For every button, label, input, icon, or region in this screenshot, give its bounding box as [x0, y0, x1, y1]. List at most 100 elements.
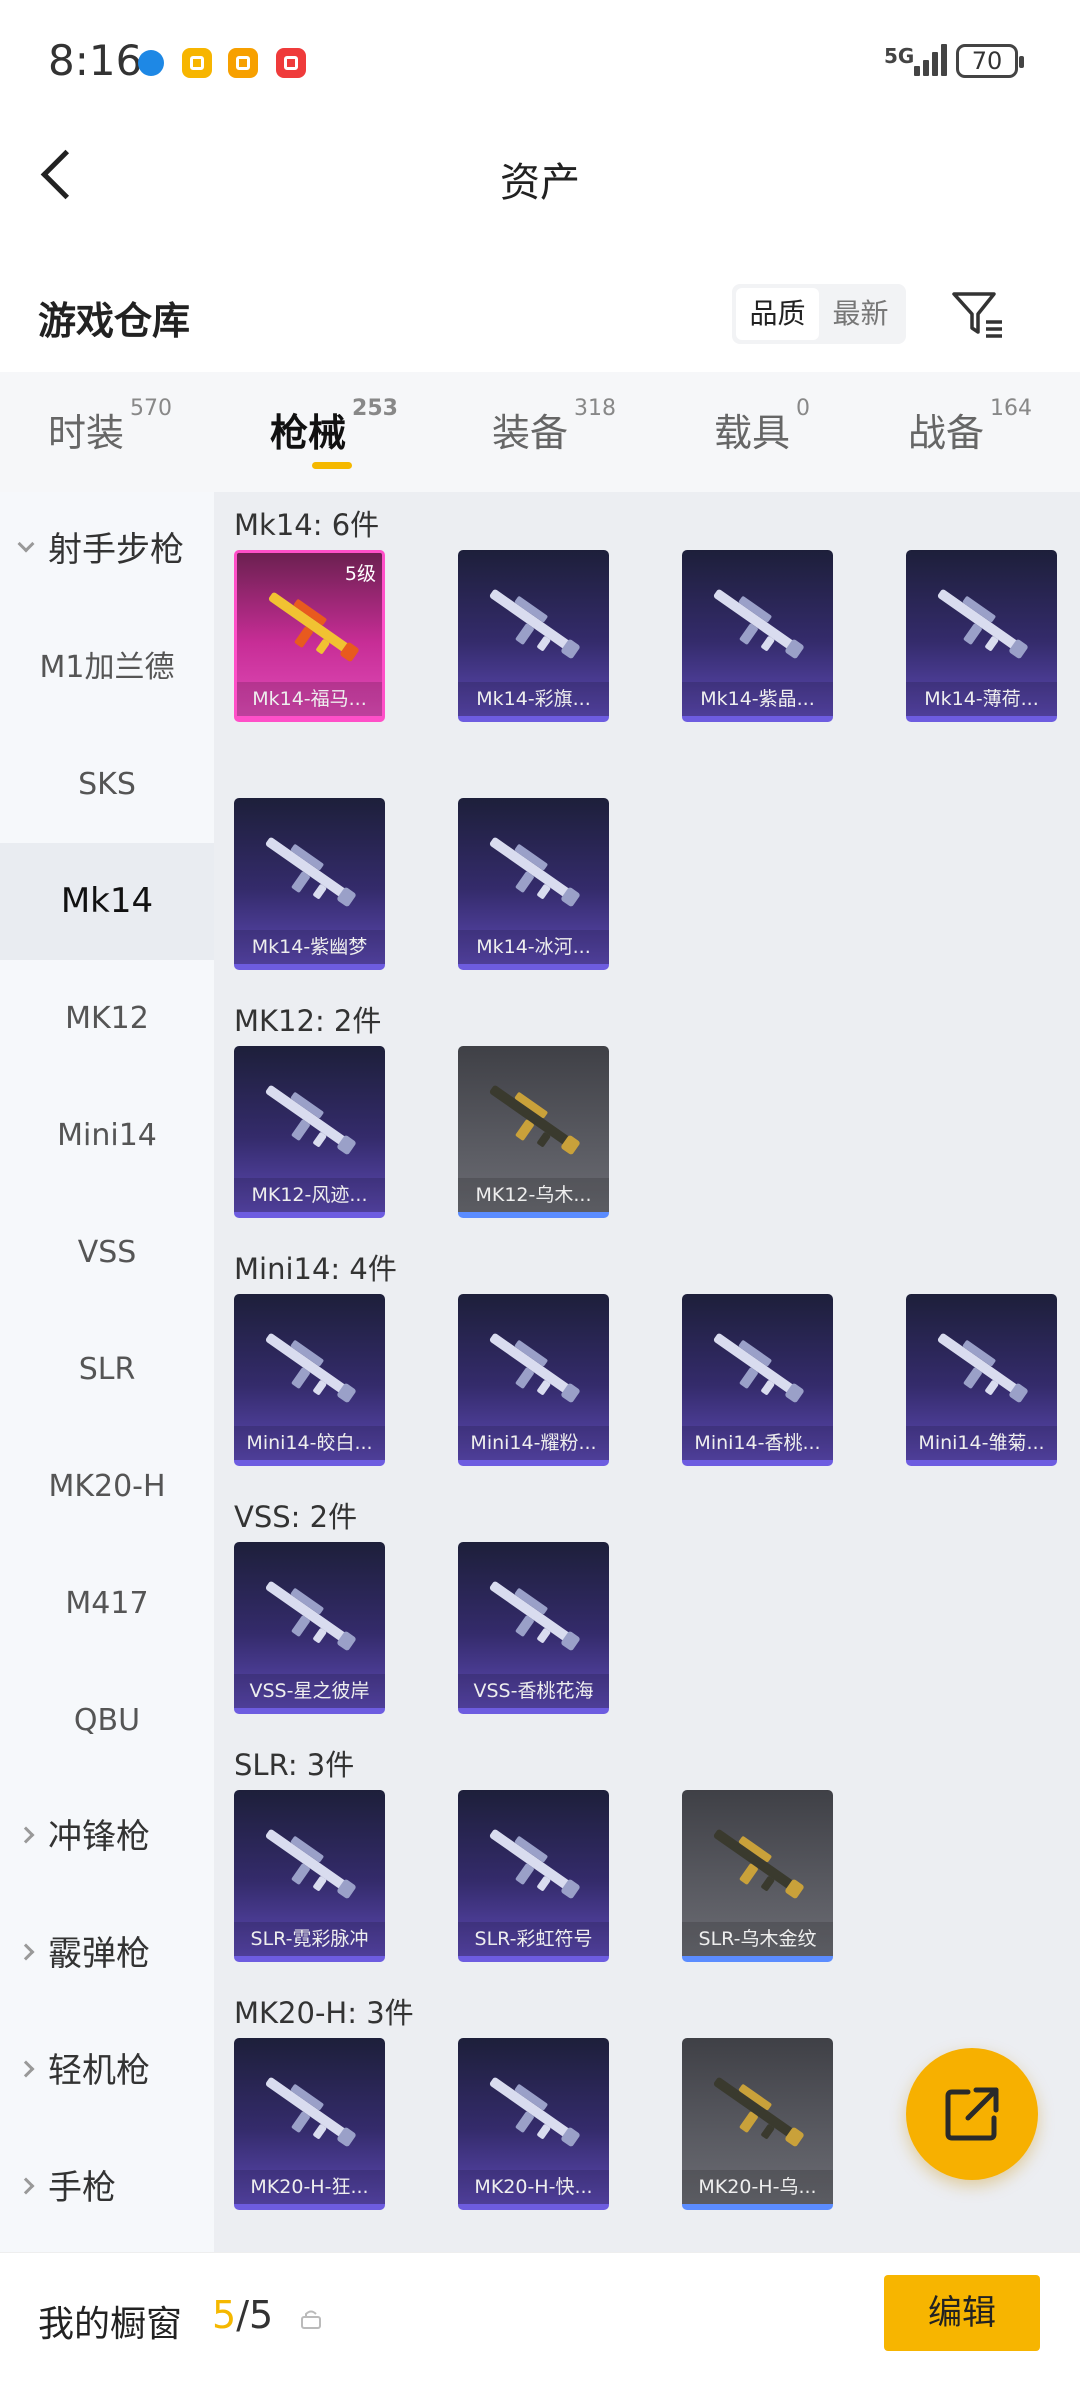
- weapon-card-label: Mk14-彩旗...: [458, 682, 609, 716]
- sidebar-group-smg[interactable]: 冲锋枪: [0, 1779, 214, 1896]
- sidebar-group-pistol[interactable]: 手枪: [0, 2130, 214, 2247]
- tab-vehicles[interactable]: 载具0: [714, 396, 810, 457]
- chevron-right-icon: [17, 1943, 35, 1961]
- signal-icon: [914, 42, 950, 76]
- edit-button[interactable]: 编辑: [884, 2275, 1040, 2351]
- sidebar-group-lmg[interactable]: 轻机枪: [0, 2013, 214, 2130]
- rifle-icon: [489, 2077, 580, 2147]
- rifle-icon: [713, 589, 804, 659]
- chevron-right-icon: [17, 2060, 35, 2078]
- tab-weapons[interactable]: 枪械253: [270, 396, 398, 457]
- weapon-card[interactable]: Mk14-薄荷...: [906, 550, 1057, 722]
- rifle-icon: [489, 1333, 580, 1403]
- weapon-card[interactable]: MK20-H-乌...: [682, 2038, 833, 2210]
- weapon-card[interactable]: MK20-H-狂...: [234, 2038, 385, 2210]
- rifle-icon: [489, 589, 580, 659]
- rifle-icon: [265, 1829, 356, 1899]
- weapon-card-label: Mk14-冰河...: [458, 930, 609, 964]
- tab-equipment[interactable]: 装备318: [492, 396, 616, 457]
- weapon-card[interactable]: Mini14-雏菊...: [906, 1294, 1057, 1466]
- page-title: 资产: [500, 160, 580, 206]
- weapon-card[interactable]: SLR-乌木金纹: [682, 1790, 833, 1962]
- sort-newest-button[interactable]: 最新: [819, 288, 902, 340]
- weapon-card[interactable]: MK12-乌木...: [458, 1046, 609, 1218]
- weapon-card-label: Mini14-雏菊...: [906, 1426, 1057, 1460]
- weapon-card-label: MK20-H-快...: [458, 2170, 609, 2204]
- share-button[interactable]: [906, 2048, 1038, 2180]
- weapon-card-label: SLR-乌木金纹: [682, 1922, 833, 1956]
- battery-icon: 70: [956, 44, 1024, 78]
- sort-quality-button[interactable]: 品质: [736, 288, 819, 340]
- sidebar-group-marksman[interactable]: 射手步枪: [0, 492, 214, 609]
- weapon-card-label: Mini14-香桃...: [682, 1426, 833, 1460]
- weapon-card[interactable]: Mk14-紫幽梦: [234, 798, 385, 970]
- section-heading: Mini14: 4件: [234, 1252, 397, 1286]
- weapon-card[interactable]: Mk14-紫晶...: [682, 550, 833, 722]
- sidebar-item-m417[interactable]: M417: [0, 1545, 214, 1662]
- sidebar-item-m1[interactable]: M1加兰德: [0, 609, 214, 726]
- share-external-icon: [945, 2087, 999, 2141]
- weapon-card[interactable]: SLR-彩虹符号: [458, 1790, 609, 1962]
- weapon-card-label: Mk14-薄荷...: [906, 682, 1057, 716]
- weapon-card-label: MK12-风迹...: [234, 1178, 385, 1212]
- showcase-count: 5/5: [212, 2293, 274, 2337]
- sidebar-group-shotgun[interactable]: 霰弹枪: [0, 1896, 214, 2013]
- rifle-icon: [713, 1829, 804, 1899]
- tab-outfit[interactable]: 时装570: [48, 396, 172, 457]
- sidebar-item-qbu[interactable]: QBU: [0, 1662, 214, 1779]
- level-badge: 5级: [344, 563, 376, 585]
- weapon-card-label: VSS-香桃花海: [458, 1674, 609, 1708]
- weapon-card-label: Mk14-紫幽梦: [234, 930, 385, 964]
- filter-icon[interactable]: [948, 286, 1008, 342]
- rifle-icon: [265, 1581, 356, 1651]
- weapon-card[interactable]: VSS-星之彼岸: [234, 1542, 385, 1714]
- weapon-card[interactable]: Mk14-彩旗...: [458, 550, 609, 722]
- bottom-bar: 我的橱窗 5/5 编辑: [0, 2252, 1080, 2381]
- rifle-icon: [265, 837, 356, 907]
- weapon-card-label: SLR-彩虹符号: [458, 1922, 609, 1956]
- weapon-card[interactable]: Mini14-耀粉...: [458, 1294, 609, 1466]
- tab-supplies[interactable]: 战备164: [908, 396, 1032, 457]
- app-red-notification-icon: [276, 48, 306, 78]
- rifle-icon: [489, 1085, 580, 1155]
- sidebar-item-vss[interactable]: VSS: [0, 1194, 214, 1311]
- weapon-card[interactable]: MK12-风迹...: [234, 1046, 385, 1218]
- weapon-card[interactable]: Mk14-冰河...: [458, 798, 609, 970]
- sidebar-item-sks[interactable]: SKS: [0, 726, 214, 843]
- rifle-icon: [265, 1333, 356, 1403]
- weapon-card-label: MK20-H-狂...: [234, 2170, 385, 2204]
- weapon-card-label: SLR-霓彩脉冲: [234, 1922, 385, 1956]
- chevron-right-icon: [17, 2177, 35, 2195]
- chevron-down-icon: [17, 535, 35, 553]
- status-time: 8:16: [48, 36, 143, 85]
- weapon-card[interactable]: 5级 Mk14-福马...: [234, 550, 385, 722]
- rifle-icon: [937, 589, 1028, 659]
- weapon-card-label: Mk14-紫晶...: [682, 682, 833, 716]
- weapon-card[interactable]: VSS-香桃花海: [458, 1542, 609, 1714]
- weapon-card[interactable]: Mini14-香桃...: [682, 1294, 833, 1466]
- status-bar: 8:16 5G 70: [0, 0, 1080, 120]
- lock-icon: [301, 2310, 321, 2329]
- sort-toggle: 品质 最新: [732, 284, 906, 344]
- section-heading: SLR: 3件: [234, 1748, 355, 1782]
- weapon-grid: Mk14: 6件 5级 Mk14-福马... Mk14-彩旗... Mk14-紫晶...…: [214, 492, 1080, 2252]
- sidebar-item-mk12[interactable]: MK12: [0, 960, 214, 1077]
- section-heading: Mk14: 6件: [234, 508, 380, 542]
- section-heading: VSS: 2件: [234, 1500, 358, 1534]
- rifle-icon: [713, 1333, 804, 1403]
- network-type: 5G: [884, 44, 915, 68]
- back-button[interactable]: [30, 145, 90, 205]
- weapon-sidebar: 射手步枪 M1加兰德 SKS Mk14 MK12 Mini14 VSS SLR …: [0, 492, 214, 2252]
- weapon-card[interactable]: Mini14-皎白...: [234, 1294, 385, 1466]
- sidebar-item-mk14[interactable]: Mk14: [0, 843, 214, 960]
- rifle-icon: [265, 1085, 356, 1155]
- weapon-card[interactable]: SLR-霓彩脉冲: [234, 1790, 385, 1962]
- rifle-icon: [268, 592, 359, 662]
- sidebar-item-slr[interactable]: SLR: [0, 1311, 214, 1428]
- sidebar-item-mini14[interactable]: Mini14: [0, 1077, 214, 1194]
- sidebar-item-mk20h[interactable]: MK20-H: [0, 1428, 214, 1545]
- active-tab-indicator: [312, 462, 352, 469]
- weapon-card[interactable]: MK20-H-快...: [458, 2038, 609, 2210]
- rifle-icon: [489, 837, 580, 907]
- video-notification-icon: [228, 48, 258, 78]
